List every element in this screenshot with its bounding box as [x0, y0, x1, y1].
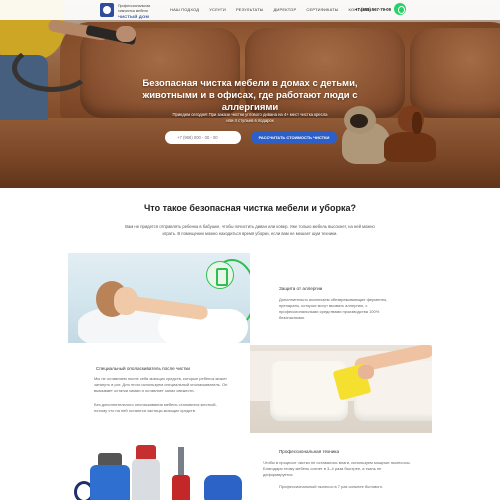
feature-text-equipment: Чтобы в процессе чистки не оставалось вл… [263, 460, 411, 477]
nav-item-results[interactable]: РЕЗУЛЬТАТЫ [236, 7, 264, 12]
hero-title: Безопасная чистка мебели в домах с детьм… [142, 78, 358, 113]
logo-icon[interactable] [100, 3, 114, 17]
hero-section: Безопасная чистка мебели в домах с детьм… [0, 0, 500, 188]
calculate-cost-button[interactable]: РАССЧИТАТЬ СТОИМОСТЬ ЧИСТКИ [251, 131, 337, 144]
shield-icon [206, 261, 234, 289]
nav-item-certificates[interactable]: СЕРТИФИКАТЫ [306, 7, 338, 12]
main-nav: НАШ ПОДХОД УСЛУГИ РЕЗУЛЬТАТЫ ДИРЕКТОР СЕ… [170, 7, 372, 12]
feature-text-allergy: Дополнительно исключаем обезвреживающие … [279, 297, 388, 320]
white-sofa-cleaning-image [250, 345, 432, 433]
feature-title-allergy: Защита от аллергии [279, 286, 323, 291]
blue-extractor-machine [90, 465, 130, 500]
nav-item-approach[interactable]: НАШ ПОДХОД [170, 7, 199, 12]
logo-tagline: Профессиональная химчистка мебели [118, 4, 151, 13]
phone-input[interactable] [165, 131, 241, 144]
nav-item-director[interactable]: ДИРЕКТОР [273, 7, 296, 12]
section-title: Что такое безопасная чистка мебели и убо… [143, 203, 356, 213]
blue-vacuum [204, 475, 242, 500]
feature-title-equipment: Профессиональная техника [279, 449, 340, 454]
cleaning-machines-image [68, 435, 250, 500]
landing-page: Безопасная чистка мебели в домах с детьм… [0, 0, 500, 500]
feature-extra-rinse: Без дополнительного ополаскивания мебель… [94, 402, 217, 413]
nav-item-services[interactable]: УСЛУГИ [209, 7, 226, 12]
logo-brand: ЧИСТЫЙ ДОМ [118, 14, 150, 19]
hero-subtitle: Приедем сегодня! При заказе чистки углов… [172, 112, 328, 123]
header-phone[interactable]: +7 (968) 567-79-09 [355, 7, 391, 12]
feature-extra-equipment: Профессиональный пылесос в 7 раз сильнее… [279, 484, 384, 489]
feature-title-rinse: Специальный ополаскиватель после чистки [96, 366, 190, 371]
logo-text[interactable]: Профессиональная химчистка мебели ЧИСТЫЙ… [118, 4, 164, 20]
feature-text-rinse: Мы не оставляем после себя моющих средст… [94, 376, 228, 393]
site-header: Профессиональная химчистка мебели ЧИСТЫЙ… [0, 0, 500, 20]
grey-machine [132, 459, 160, 500]
red-upright-vacuum [172, 475, 190, 500]
cleaning-hand [358, 365, 374, 379]
whatsapp-icon[interactable] [394, 3, 406, 15]
section-text: Вам не придется отправлять ребенка в баб… [125, 224, 375, 236]
